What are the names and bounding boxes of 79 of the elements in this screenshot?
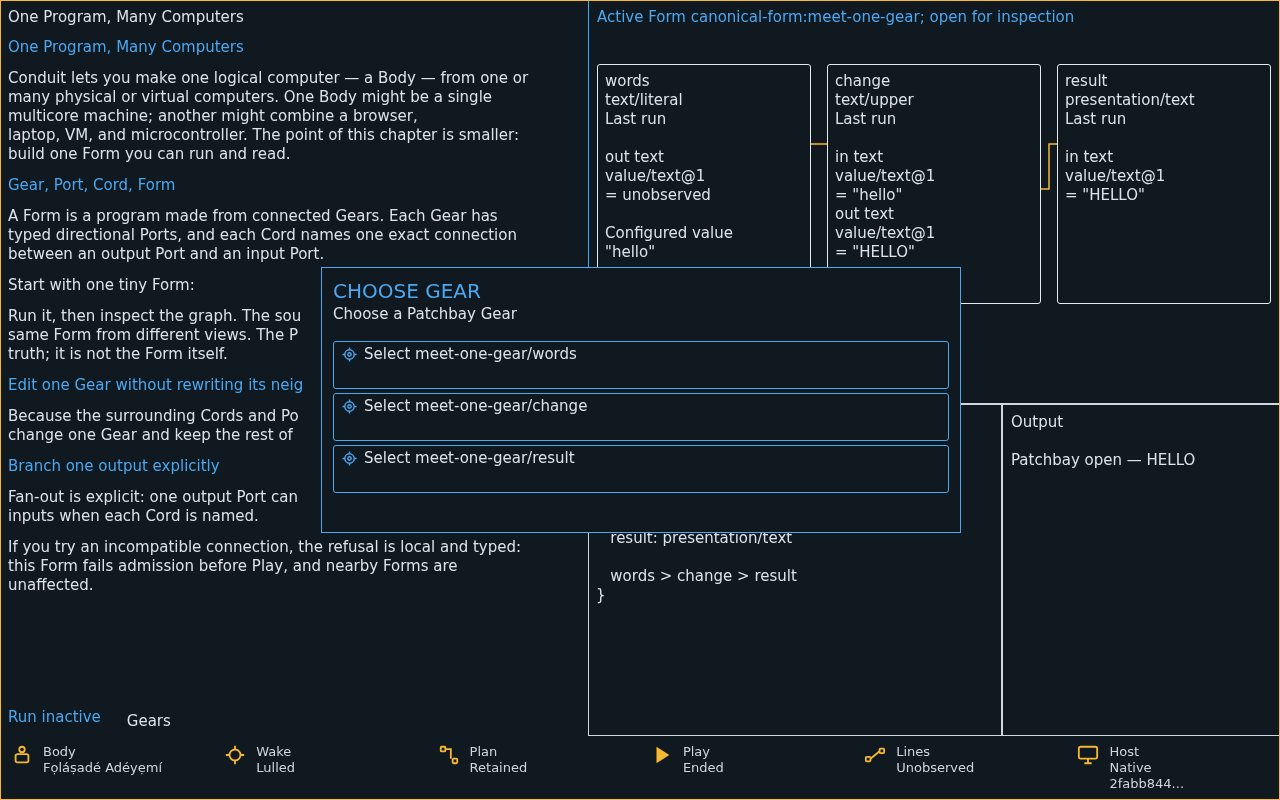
gear-detail: "hello"	[605, 243, 656, 262]
gear-detail: Last run	[1065, 110, 1127, 129]
paragraph-line: build one Form you can run and read.	[8, 145, 291, 164]
target-icon	[342, 347, 357, 362]
paragraph-line: Run it, then inspect the graph. The sou	[8, 307, 302, 326]
paragraph-line: If you try an incompatible connection, the refusal is local and typed:	[8, 538, 522, 557]
status-value: Native 2fabb844...	[1109, 760, 1184, 792]
section-heading: Branch one output explicitly	[8, 457, 220, 476]
gear-detail: = "HELLO"	[1065, 186, 1145, 205]
output-title: Output	[1011, 413, 1065, 432]
gear-detail: out text	[835, 205, 894, 224]
paragraph-line: same Form from different views. The P	[8, 326, 298, 345]
status-label: Wake	[256, 744, 292, 760]
gear-detail: Configured value	[605, 224, 733, 243]
run-link[interactable]: Run inactive	[8, 708, 101, 726]
gear-detail: = "HELLO"	[835, 243, 915, 262]
gear-detail: = unobserved	[605, 186, 711, 205]
gear-option[interactable]: Select meet-one-gear/words	[333, 341, 949, 389]
dialog-title: CHOOSE GEAR	[333, 278, 482, 304]
status-value: Ended	[682, 760, 724, 776]
section-heading: Edit one Gear without rewriting its neig	[8, 376, 304, 395]
gear-detail: out text	[605, 148, 664, 167]
gear-detail: value/text@1	[835, 167, 936, 186]
gear-option[interactable]: Select meet-one-gear/change	[333, 393, 949, 441]
gear-detail: result	[1065, 72, 1108, 91]
gear-option[interactable]: Select meet-one-gear/result	[333, 445, 949, 493]
gear-detail: value/text@1	[835, 224, 936, 243]
paragraph-line: this Form fails admission before Play, and nearby Forms are	[8, 557, 458, 576]
gear-detail: in text	[1065, 148, 1114, 167]
status-value: Lulled	[256, 760, 296, 776]
status-value: Retained	[469, 760, 528, 776]
paragraph-line: Start with one tiny Form:	[8, 276, 195, 295]
gear-detail: text/literal	[605, 91, 683, 110]
monitor-icon	[1077, 744, 1100, 766]
status-label: Plan	[469, 744, 498, 760]
gear-detail: presentation/text	[1065, 91, 1195, 110]
form-title: Active Form canonical-form:meet-one-gear; open for inspection	[597, 8, 1076, 27]
crosshair-icon	[224, 744, 247, 766]
gear-card[interactable]: result presentation/text Last run in text value/text@1 = "HELLO"	[1057, 64, 1271, 304]
gear-detail: in text	[835, 148, 884, 167]
section-heading: One Program, Many Computers	[8, 38, 244, 57]
paragraph-line: between an output Port and an input Port.	[8, 245, 325, 264]
gear-detail: change	[835, 72, 891, 91]
target-icon	[342, 399, 357, 414]
gear-detail: Last run	[835, 110, 897, 129]
paragraph-line: change one Gear and keep the rest of	[8, 426, 293, 445]
status-value: Unobserved	[896, 760, 975, 776]
paragraph-line: Fan-out is explicit: one output Port can	[8, 488, 298, 507]
paragraph-line: Because the surrounding Cords and Po	[8, 407, 299, 426]
paragraph-line: laptop, VM, and microcontroller. The point of this chapter is smaller:	[8, 126, 519, 145]
page-title: One Program, Many Computers	[8, 8, 245, 27]
paragraph-line: typed directional Ports, and each Cord names one exact connection	[8, 226, 517, 245]
output-text: Patchbay open — HELLO	[1011, 451, 1197, 470]
status-label: Lines	[896, 744, 931, 760]
gear-detail: value/text@1	[1065, 167, 1166, 186]
paragraph-line: truth; it is not the Form itself.	[8, 345, 228, 364]
status-label: Body	[43, 744, 76, 760]
source-code: result: presentation/text words > change > result }	[596, 529, 798, 605]
paragraph-line: unaffected.	[8, 576, 94, 595]
cord-line	[1041, 143, 1057, 190]
section-heading: Gear, Port, Cord, Form	[8, 176, 176, 195]
gear-detail: = "hello"	[835, 186, 903, 205]
dialog-subtitle: Choose a Patchbay Gear	[333, 304, 518, 324]
status-label: Play	[682, 744, 710, 760]
gear-detail: words	[605, 72, 650, 91]
paragraph-line: inputs when each Cord is named.	[8, 507, 259, 526]
paragraph-line: A Form is a program made from connected Gears. Each Gear has	[8, 207, 498, 226]
cord-line	[811, 143, 827, 145]
gear-detail: text/upper	[835, 91, 914, 110]
route-icon	[437, 744, 460, 766]
gear-detail: Last run	[605, 110, 667, 129]
paragraph-line: many physical or virtual computers. One Body might be a single	[8, 88, 493, 107]
status-label: Host	[1109, 744, 1140, 760]
paragraph-line: multicore machine; another might combine a browser,	[8, 107, 418, 126]
gears-label: Gears	[126, 712, 171, 730]
target-icon	[342, 451, 357, 466]
gear-detail: value/text@1	[605, 167, 706, 186]
paragraph-line: Conduit lets you make one logical computer — a Body — from one or	[8, 69, 529, 88]
status-value: Fọláṣadé Adéyẹmí	[43, 760, 162, 776]
